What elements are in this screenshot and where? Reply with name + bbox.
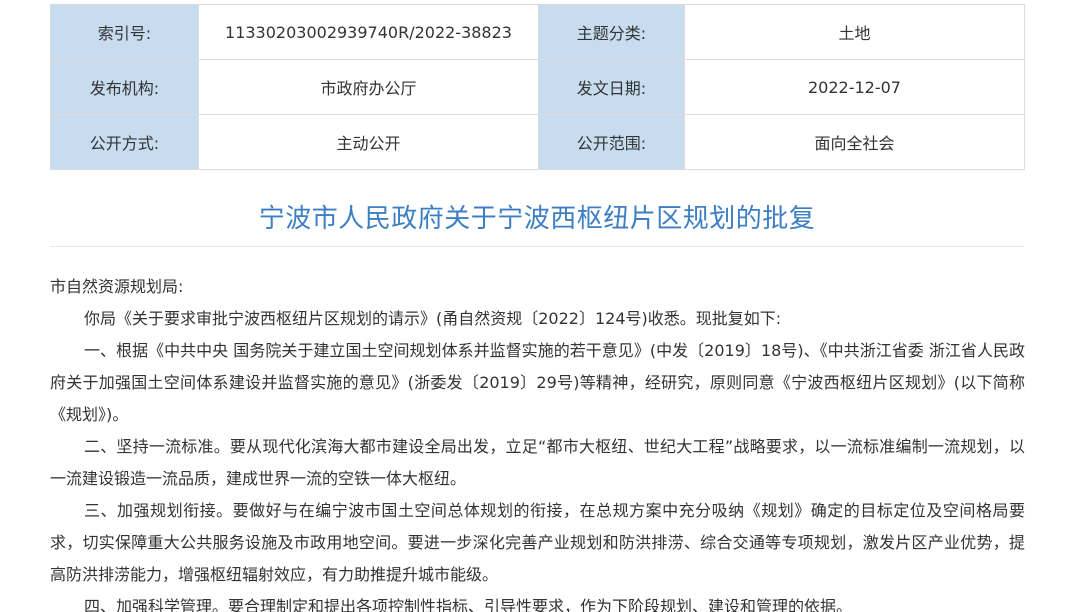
meta-row: 公开方式: 主动公开 公开范围: 面向全社会 (50, 114, 1025, 170)
topic-category-label: 主题分类: (538, 4, 685, 60)
document-body: 市自然资源规划局: 你局《关于要求审批宁波西枢纽片区规划的请示》(甬自然资规〔2… (50, 271, 1025, 612)
disclosure-scope-value: 面向全社会 (684, 114, 1025, 170)
meta-row: 发布机构: 市政府办公厅 发文日期: 2022-12-07 (50, 59, 1025, 115)
meta-row: 索引号: 11330203002939740R/2022-38823 主题分类:… (50, 4, 1025, 60)
issue-date-label: 发文日期: (538, 59, 685, 115)
index-number-value: 11330203002939740R/2022-38823 (198, 4, 539, 60)
disclosure-scope-label: 公开范围: (538, 114, 685, 170)
document-meta-table: 索引号: 11330203002939740R/2022-38823 主题分类:… (50, 4, 1025, 170)
issue-date-value: 2022-12-07 (684, 59, 1025, 115)
title-divider (50, 246, 1024, 247)
body-paragraph: 三、加强规划衔接。要做好与在编宁波市国土空间总体规划的衔接，在总规方案中充分吸纳… (50, 501, 1025, 584)
disclosure-mode-label: 公开方式: (50, 114, 199, 170)
disclosure-mode-value: 主动公开 (198, 114, 539, 170)
issuing-agency-label: 发布机构: (50, 59, 199, 115)
topic-category-value: 土地 (684, 4, 1025, 60)
body-paragraph: 二、坚持一流标准。要从现代化滨海大都市建设全局出发，立足“都市大枢纽、世纪大工程… (50, 437, 1025, 488)
body-paragraph: 一、根据《中共中央 国务院关于建立国土空间规划体系并监督实施的若干意见》(中发〔… (50, 341, 1025, 424)
salutation: 市自然资源规划局: (50, 277, 184, 296)
issuing-agency-value: 市政府办公厅 (198, 59, 539, 115)
index-number-label: 索引号: (50, 4, 199, 60)
body-paragraph: 你局《关于要求审批宁波西枢纽片区规划的请示》(甬自然资规〔2022〕124号)收… (84, 309, 782, 328)
body-paragraph: 四、加强科学管理。要合理制定和提出各项控制性指标、引导性要求，作为下阶段规划、建… (84, 597, 853, 612)
document-title: 宁波市人民政府关于宁波西枢纽片区规划的批复 (258, 204, 816, 234)
